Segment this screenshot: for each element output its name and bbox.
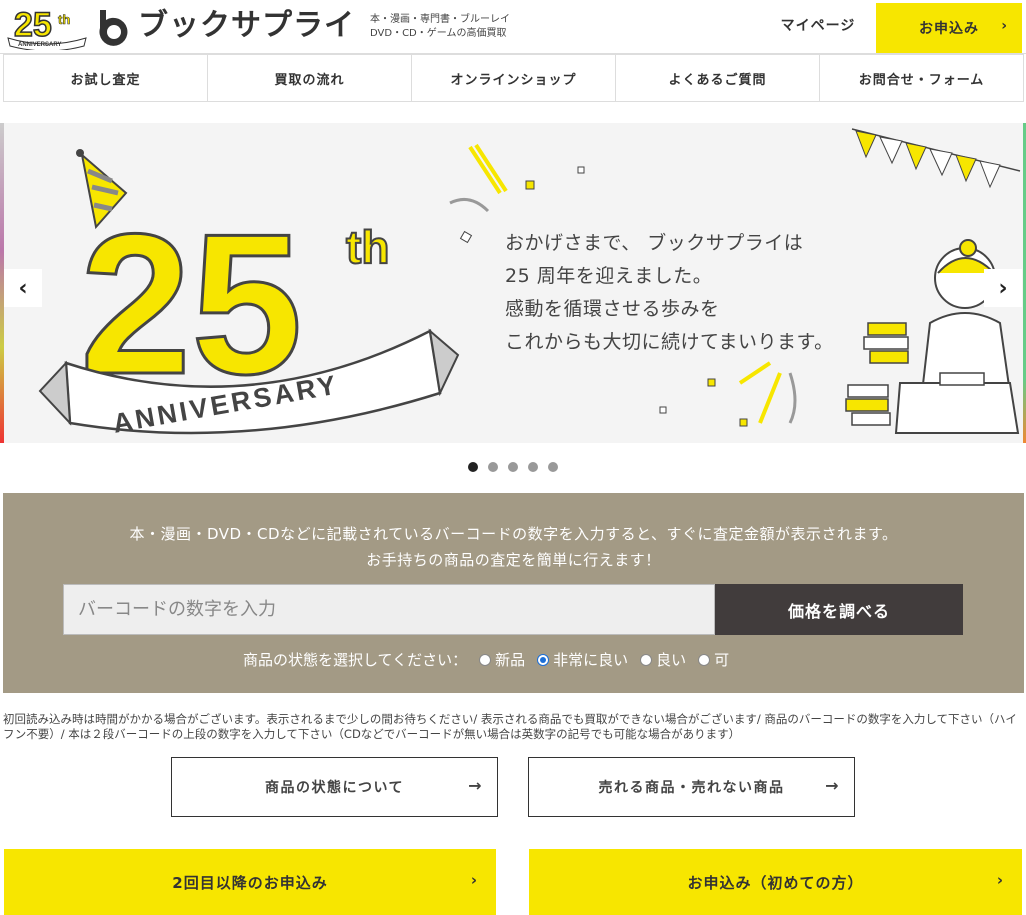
condition-label-new: 新品 bbox=[495, 651, 526, 669]
brand-b-icon[interactable] bbox=[92, 8, 132, 48]
chevron-right-icon: › bbox=[1001, 18, 1008, 34]
chevron-right-icon: › bbox=[470, 871, 478, 889]
nav-item-online-shop[interactable]: オンラインショップ bbox=[411, 55, 615, 101]
hero-message-line-1: おかげさまで、 ブックサプライは bbox=[505, 232, 804, 254]
chevron-right-icon: › bbox=[996, 871, 1004, 889]
condition-label-very-good: 非常に良い bbox=[553, 651, 629, 669]
tagline: 本・漫画・専門書・ブルーレイ DVD・CD・ゲームの高価買取 bbox=[370, 13, 540, 41]
hero-message-line-2: 25 周年を迎えました。 bbox=[505, 265, 713, 287]
site-header: 25 th ANNIVERSARY ブックサプライ 本・漫画・専門書・ブルーレイ… bbox=[0, 0, 1026, 54]
carousel-dots bbox=[468, 462, 558, 472]
condition-radio-very-good[interactable] bbox=[537, 653, 550, 666]
carousel-dot-3[interactable] bbox=[508, 462, 518, 472]
nav-item-faq[interactable]: よくあるご質問 bbox=[615, 55, 819, 101]
condition-selector: 商品の状態を選択してください： 新品 非常に良い 良い 可 bbox=[243, 649, 729, 670]
tagline-line-2: DVD・CD・ゲームの高価買取 bbox=[370, 28, 507, 39]
first-apply-label: お申込み（初めての方） bbox=[687, 873, 864, 892]
apply-button-label: お申込み bbox=[919, 21, 979, 37]
carousel-dot-4[interactable] bbox=[528, 462, 538, 472]
price-check-button[interactable]: 価格を調べる bbox=[715, 584, 963, 635]
search-notes: 初回読み込み時は時間がかかる場合がございます。表示されるまで少しの間お待ちくださ… bbox=[3, 712, 1017, 741]
product-condition-info-button[interactable]: 商品の状態について → bbox=[171, 757, 498, 817]
hero-message: おかげさまで、 ブックサプライは 25 周年を迎えました。 感動を循環させる歩み… bbox=[505, 227, 834, 359]
hero-message-line-4: これからも大切に続けてまいります。 bbox=[505, 331, 834, 353]
svg-text:25: 25 bbox=[14, 6, 52, 44]
arrow-right-icon: → bbox=[468, 776, 483, 795]
condition-radio-new[interactable] bbox=[479, 653, 492, 666]
apply-button[interactable]: お申込み › bbox=[876, 3, 1022, 53]
sellable-products-info-label: 売れる商品・売れない商品 bbox=[598, 780, 785, 796]
condition-label-good: 良い bbox=[656, 651, 687, 669]
main-nav: お試し査定 買取の流れ オンラインショップ よくあるご質問 お問合せ・フォーム bbox=[3, 54, 1024, 102]
arrow-right-icon: → bbox=[825, 776, 840, 795]
hero-message-line-3: 感動を循環させる歩みを bbox=[505, 298, 720, 320]
chevron-right-icon: › bbox=[998, 275, 1008, 301]
barcode-input[interactable] bbox=[63, 584, 715, 635]
condition-radio-good[interactable] bbox=[640, 653, 653, 666]
chevron-left-icon: ‹ bbox=[18, 275, 28, 301]
carousel-dot-5[interactable] bbox=[548, 462, 558, 472]
brand-name[interactable]: ブックサプライ bbox=[138, 6, 355, 46]
anniversary-logo[interactable]: 25 th ANNIVERSARY bbox=[6, 4, 88, 50]
product-condition-info-label: 商品の状態について bbox=[264, 780, 405, 796]
carousel-prev-button[interactable]: ‹ bbox=[4, 269, 42, 307]
condition-label: 商品の状態を選択してください： bbox=[243, 651, 468, 669]
hero-carousel[interactable]: 25 th ANNIVERSARY おかげさまで、 ブックサプライは 25 周年… bbox=[0, 123, 1026, 443]
carousel-dot-2[interactable] bbox=[488, 462, 498, 472]
condition-label-acceptable: 可 bbox=[714, 651, 730, 669]
repeat-apply-button[interactable]: 2回目以降のお申込み › bbox=[4, 849, 496, 915]
first-apply-button[interactable]: お申込み（初めての方） › bbox=[529, 849, 1022, 915]
search-lead-line-1: 本・漫画・DVD・CDなどに記載されているバーコードの数字を入力すると、すぐに査… bbox=[129, 525, 898, 543]
carousel-dot-1[interactable] bbox=[468, 462, 478, 472]
nav-item-trial-appraisal[interactable]: お試し査定 bbox=[3, 55, 207, 101]
barcode-search-panel: 本・漫画・DVD・CDなどに記載されているバーコードの数字を入力すると、すぐに査… bbox=[3, 493, 1024, 693]
mypage-link[interactable]: マイページ bbox=[762, 0, 874, 53]
carousel-next-button[interactable]: › bbox=[984, 269, 1022, 307]
svg-text:ANNIVERSARY: ANNIVERSARY bbox=[18, 42, 61, 48]
repeat-apply-label: 2回目以降のお申込み bbox=[172, 873, 328, 892]
svg-text:th: th bbox=[58, 12, 70, 27]
tagline-line-1: 本・漫画・専門書・ブルーレイ bbox=[370, 14, 510, 25]
sellable-products-info-button[interactable]: 売れる商品・売れない商品 → bbox=[528, 757, 855, 817]
nav-item-purchase-flow[interactable]: 買取の流れ bbox=[207, 55, 411, 101]
nav-item-contact-form[interactable]: お問合せ・フォーム bbox=[819, 55, 1024, 101]
search-lead-line-2: お手持ちの商品の査定を簡単に行えます！ bbox=[366, 551, 661, 569]
condition-radio-acceptable[interactable] bbox=[698, 653, 711, 666]
